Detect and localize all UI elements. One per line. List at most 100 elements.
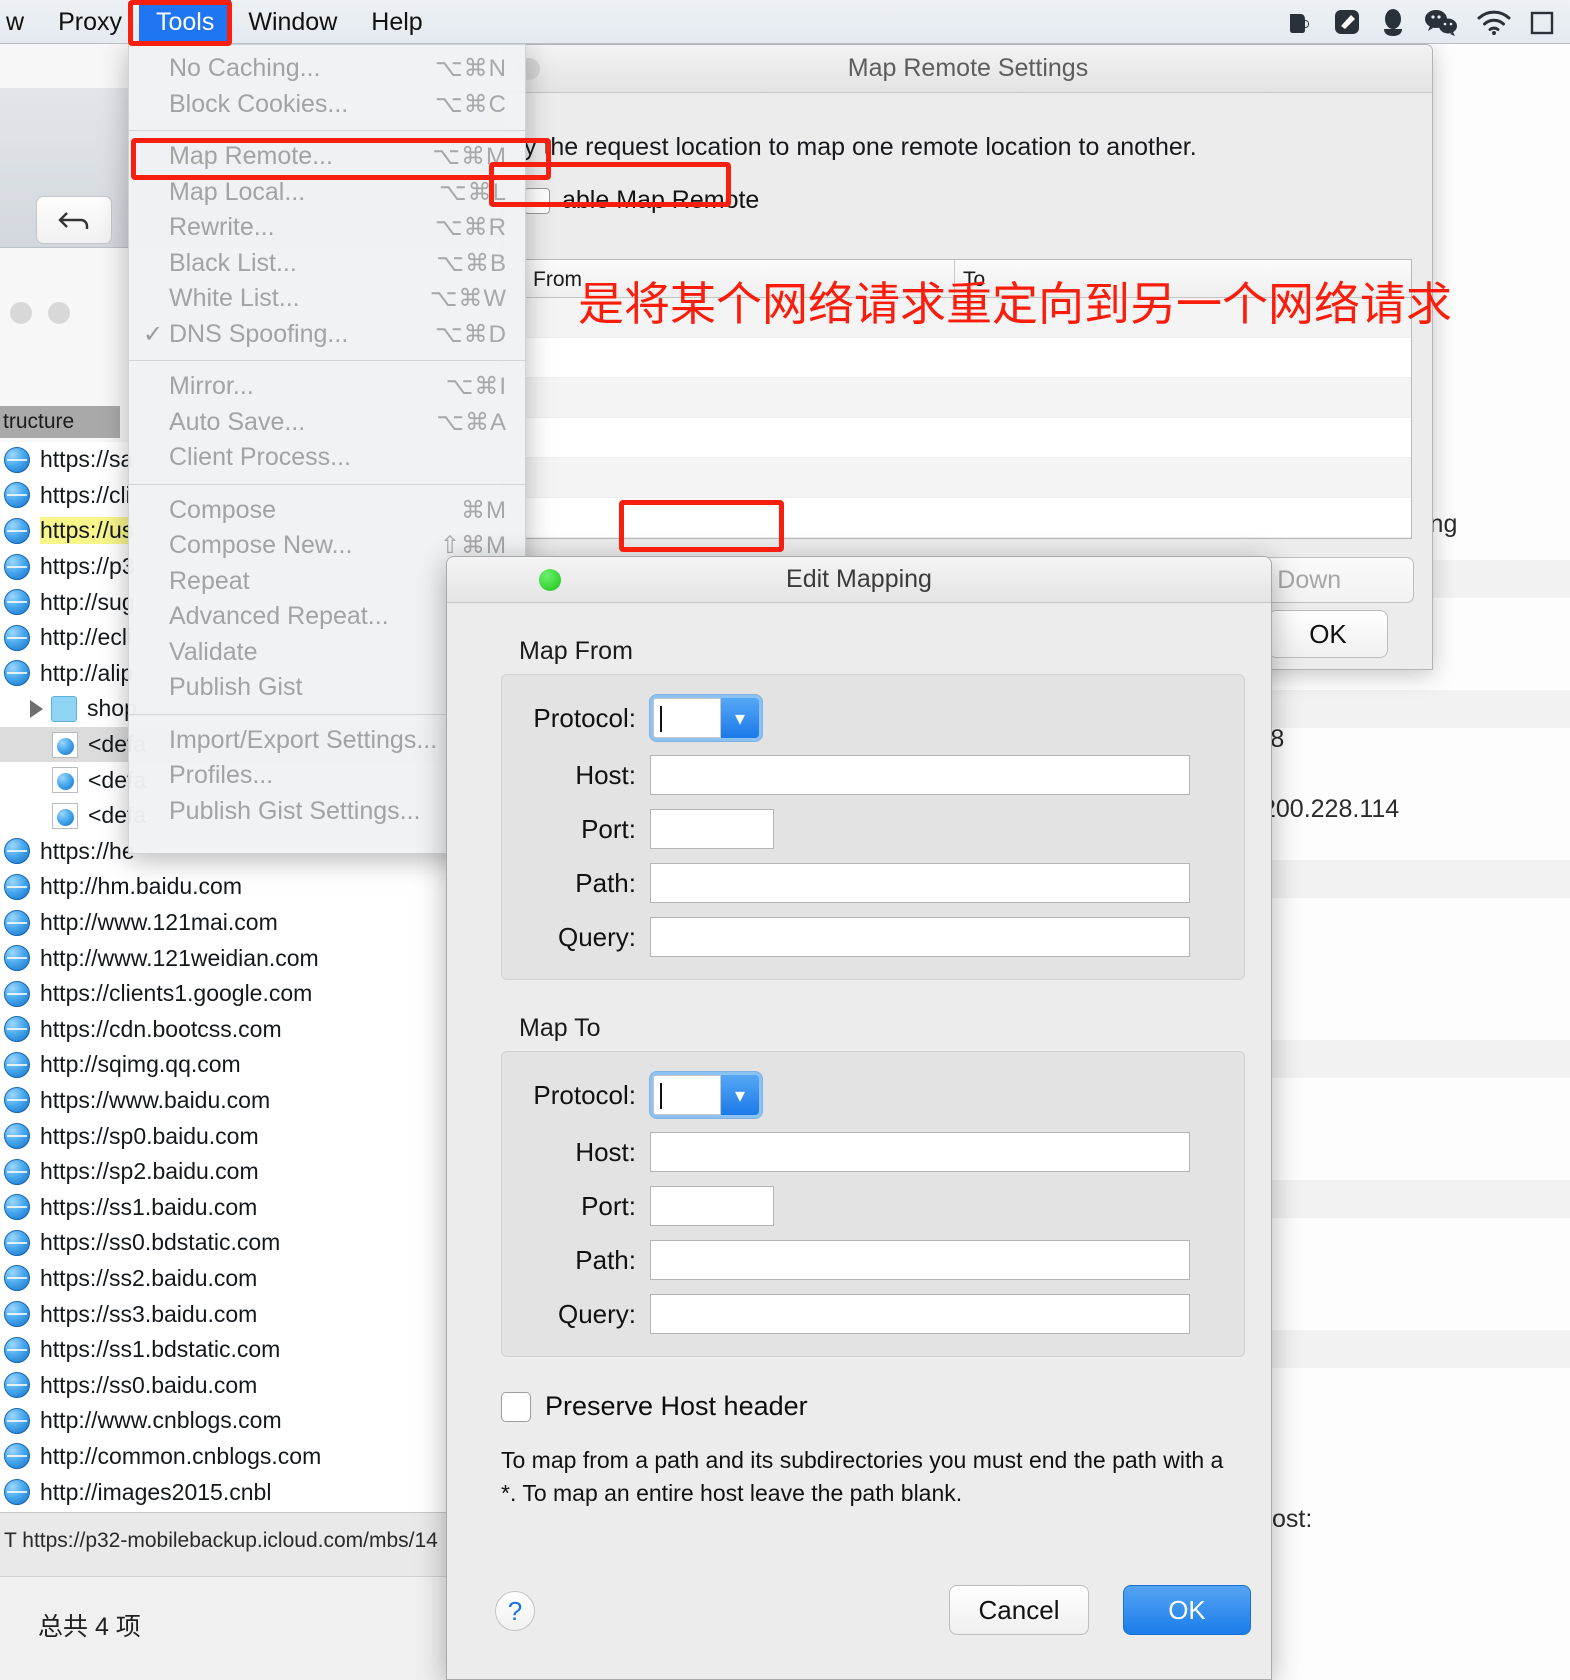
menubar-item-window[interactable]: Window: [231, 0, 354, 44]
menu-item-label: Compose: [169, 495, 276, 524]
list-item[interactable]: https://ss3.baidu.com: [0, 1296, 450, 1332]
table-row[interactable]: [525, 338, 1411, 378]
map-to-protocol-value[interactable]: [653, 1075, 721, 1115]
globe-icon: [4, 838, 30, 865]
ok-button[interactable]: OK: [1123, 1585, 1251, 1635]
menu-item-shortcut: ⌥⌘D: [435, 320, 507, 348]
menu-item-shortcut: ⌥⌘R: [435, 214, 507, 242]
menubar-item-help[interactable]: Help: [354, 0, 439, 44]
menubar-status-icons: [1284, 0, 1566, 44]
menu-item-compose[interactable]: Compose ⌘M: [129, 493, 525, 529]
list-item[interactable]: http://www.121weidian.com: [0, 940, 450, 976]
menu-item-white-list[interactable]: White List... ⌥⌘W: [129, 281, 525, 317]
map-from-group: Protocol: ▾ Host: Port: Path: Query:: [501, 674, 1245, 980]
list-item[interactable]: https://sp0.baidu.com: [0, 1118, 450, 1154]
map-from-host-input[interactable]: [650, 755, 1190, 795]
list-item-label: https://clients1.google.com: [40, 980, 313, 1007]
list-item-label: http://sqimg.qq.com: [40, 1051, 241, 1078]
chevron-down-icon[interactable]: ▾: [721, 698, 759, 738]
list-item[interactable]: http://sqimg.qq.com: [0, 1047, 450, 1083]
window-traffic-lights[interactable]: [10, 302, 70, 324]
wechat-icon[interactable]: [1424, 8, 1458, 36]
menu-item-map-local[interactable]: Map Local... ⌥⌘L: [129, 175, 525, 211]
back-arrow-icon: [58, 212, 89, 229]
table-row[interactable]: [525, 498, 1411, 538]
menu-item-dns-spoofing[interactable]: ✓ DNS Spoofing... ⌥⌘D: [129, 317, 525, 353]
map-from-port-label: Port:: [581, 813, 636, 844]
checkbox-box[interactable]: [501, 1391, 531, 1422]
disclosure-triangle-icon[interactable]: [30, 699, 43, 718]
menubar-item-proxy[interactable]: Proxy: [41, 0, 139, 44]
mapping-table-rows[interactable]: [525, 298, 1411, 538]
list-item-label: https://p3: [40, 553, 135, 580]
map-to-query-input[interactable]: [650, 1294, 1190, 1334]
note-icon[interactable]: [1332, 7, 1362, 37]
menu-item-block-cookies[interactable]: Block Cookies... ⌥⌘C: [129, 87, 525, 123]
folder-icon: [51, 695, 77, 722]
battery-icon[interactable]: [1530, 9, 1556, 35]
list-item[interactable]: https://www.baidu.com: [0, 1083, 450, 1119]
map-from-port-input[interactable]: [650, 809, 774, 849]
list-item[interactable]: https://sp2.baidu.com: [0, 1154, 450, 1190]
map-to-port-input[interactable]: [650, 1186, 774, 1226]
map-from-path-input[interactable]: [650, 863, 1190, 903]
map-from-path-label: Path:: [575, 867, 636, 898]
map-from-protocol-select[interactable]: ▾: [650, 695, 762, 741]
map-to-host-label: Host:: [575, 1136, 636, 1167]
map-from-protocol-label: Protocol:: [533, 702, 636, 733]
list-item[interactable]: http://common.cnblogs.com: [0, 1439, 450, 1475]
qq-penguin-icon[interactable]: [1380, 7, 1406, 37]
map-to-path-label: Path:: [575, 1244, 636, 1275]
list-item[interactable]: https://ss1.baidu.com: [0, 1189, 450, 1225]
list-item[interactable]: https://cdn.bootcss.com: [0, 1012, 450, 1048]
table-row[interactable]: [525, 418, 1411, 458]
map-from-query-input[interactable]: [650, 917, 1190, 957]
menu-item-no-caching[interactable]: No Caching... ⌥⌘N: [129, 51, 525, 87]
menu-item-label: Profiles...: [169, 761, 274, 790]
back-button[interactable]: [36, 196, 112, 244]
menu-separator: [129, 360, 525, 361]
menu-item-client-process[interactable]: Client Process...: [129, 440, 525, 476]
menu-item-mirror[interactable]: Mirror... ⌥⌘I: [129, 369, 525, 405]
list-item-label: http://www.121mai.com: [40, 909, 278, 936]
menubar-item-tools[interactable]: Tools: [138, 0, 232, 44]
list-item[interactable]: https://ss2.baidu.com: [0, 1261, 450, 1297]
cancel-button[interactable]: Cancel: [949, 1585, 1089, 1635]
list-item-label: https://cdn.bootcss.com: [40, 1015, 282, 1042]
menu-item-black-list[interactable]: Black List... ⌥⌘B: [129, 246, 525, 282]
wifi-icon[interactable]: [1476, 9, 1512, 35]
help-button[interactable]: ?: [495, 1591, 535, 1631]
checkbox-box[interactable]: [524, 187, 550, 214]
table-row[interactable]: [525, 458, 1411, 498]
menu-item-auto-save[interactable]: Auto Save... ⌥⌘A: [129, 405, 525, 441]
edit-mapping-titlebar: Edit Mapping: [447, 557, 1271, 603]
list-item[interactable]: http://www.121mai.com: [0, 905, 450, 941]
list-item[interactable]: https://ss0.bdstatic.com: [0, 1225, 450, 1261]
list-item[interactable]: http://images2015.cnbl: [0, 1474, 450, 1510]
map-to-host-input[interactable]: [650, 1132, 1190, 1172]
menu-item-map-remote[interactable]: Map Remote... ⌥⌘M: [129, 139, 525, 175]
list-item[interactable]: https://ss0.baidu.com: [0, 1367, 450, 1403]
list-item[interactable]: https://ss1.bdstatic.com: [0, 1332, 450, 1368]
map-to-path-input[interactable]: [650, 1240, 1190, 1280]
list-item[interactable]: http://www.cnblogs.com: [0, 1403, 450, 1439]
list-item[interactable]: http://hm.baidu.com: [0, 869, 450, 905]
list-item[interactable]: https://clients1.google.com: [0, 976, 450, 1012]
menubar-item-w[interactable]: w: [0, 0, 41, 44]
map-from-protocol-row: Protocol: ▾: [502, 695, 1244, 741]
enable-map-remote-checkbox[interactable]: able Map Remote: [524, 186, 1412, 215]
globe-icon: [4, 1016, 30, 1043]
map-from-protocol-value[interactable]: [653, 698, 721, 738]
map-remote-titlebar: Map Remote Settings: [504, 45, 1432, 93]
menu-item-rewrite[interactable]: Rewrite... ⌥⌘R: [129, 210, 525, 246]
table-row[interactable]: [525, 378, 1411, 418]
map-to-protocol-select[interactable]: ▾: [650, 1072, 762, 1118]
jug-icon[interactable]: [1284, 7, 1314, 37]
chevron-down-icon[interactable]: ▾: [721, 1075, 759, 1115]
map-remote-ok-button[interactable]: OK: [1268, 610, 1388, 658]
structure-column-header[interactable]: tructure: [0, 406, 120, 438]
globe-icon: [4, 553, 30, 580]
zoom-icon[interactable]: [539, 569, 561, 591]
globe-icon: [4, 1229, 30, 1256]
preserve-host-header-checkbox[interactable]: Preserve Host header: [501, 1391, 1271, 1422]
